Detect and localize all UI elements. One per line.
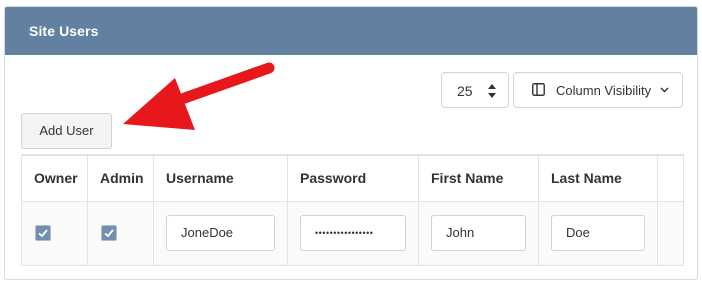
panel-header: Site Users (5, 7, 697, 55)
panel-title: Site Users (29, 23, 99, 39)
column-header-admin[interactable]: Admin (87, 154, 154, 202)
checkmark-icon (38, 229, 48, 238)
column-header-username[interactable]: Username (153, 154, 288, 202)
first-name-input[interactable]: John (431, 215, 526, 251)
site-users-panel: Site Users 25 Column Visibility Add User… (4, 6, 698, 280)
admin-checkbox[interactable] (101, 224, 117, 241)
table-header-row: Owner Admin Username Password First Name… (21, 154, 684, 202)
last-name-input[interactable]: Doe (551, 215, 645, 251)
columns-icon (532, 83, 545, 96)
column-visibility-label: Column Visibility (556, 83, 652, 98)
column-header-last-name[interactable]: Last Name (538, 154, 658, 202)
first-name-cell: John (418, 200, 539, 266)
checkmark-icon (104, 229, 114, 238)
password-cell: •••••••••••••••• (287, 200, 419, 266)
add-user-button[interactable]: Add User (21, 113, 112, 149)
column-header-owner[interactable]: Owner (21, 154, 88, 202)
column-header-password[interactable]: Password (287, 154, 419, 202)
username-cell: JoneDoe (153, 200, 288, 266)
red-arrow-icon (123, 62, 275, 130)
page-size-select[interactable]: 25 (441, 72, 509, 108)
table-row: JoneDoe •••••••••••••••• John Doe (21, 200, 684, 266)
extra-cell (657, 200, 684, 266)
owner-checkbox[interactable] (35, 224, 51, 241)
column-header-first-name[interactable]: First Name (418, 154, 539, 202)
password-input[interactable]: •••••••••••••••• (300, 215, 406, 251)
admin-cell (87, 200, 154, 266)
owner-cell (21, 200, 88, 266)
users-table: Owner Admin Username Password First Name… (21, 154, 684, 266)
up-down-arrows-icon (488, 84, 496, 98)
chevron-down-icon (660, 87, 669, 93)
last-name-cell: Doe (538, 200, 658, 266)
page-size-value: 25 (457, 83, 473, 99)
username-input[interactable]: JoneDoe (166, 215, 275, 251)
column-visibility-button[interactable]: Column Visibility (513, 72, 683, 108)
column-header-extra (657, 154, 684, 202)
